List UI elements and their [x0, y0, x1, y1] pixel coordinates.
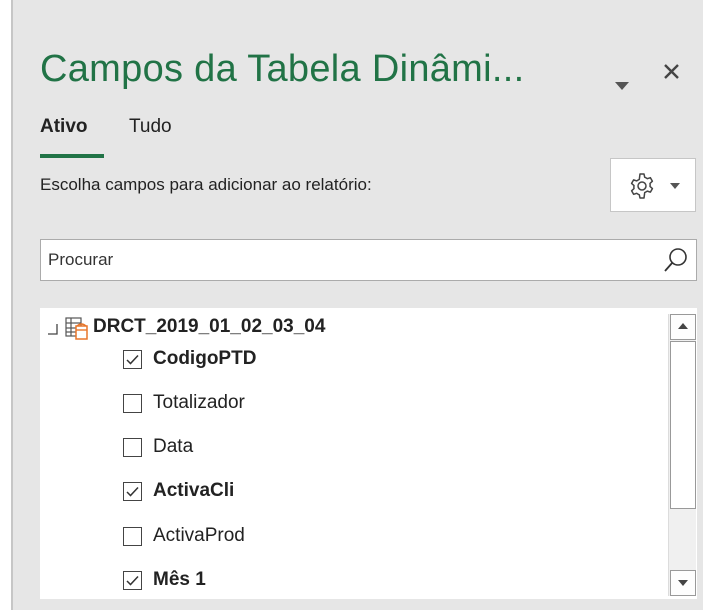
field-checkbox[interactable]	[123, 527, 142, 546]
field-list: DRCT_2019_01_02_03_04 CodigoPTD Totaliza…	[40, 308, 697, 599]
chevron-down-icon	[615, 82, 629, 90]
field-item-mes-1[interactable]: Mês 1	[110, 566, 650, 596]
table-node: DRCT_2019_01_02_03_04	[40, 314, 660, 344]
tab-ativo[interactable]: Ativo	[40, 116, 88, 138]
check-icon	[126, 575, 139, 586]
field-label: Mês 1	[153, 569, 206, 590]
active-tab-indicator	[40, 154, 104, 158]
scroll-down-button[interactable]	[670, 570, 696, 596]
gear-icon	[630, 173, 654, 199]
tab-tudo[interactable]: Tudo	[129, 116, 172, 138]
pane-title: Campos da Tabela Dinâmi...	[40, 48, 525, 90]
check-icon	[126, 486, 139, 497]
field-label: ActivaCli	[153, 480, 235, 501]
field-item-data[interactable]: Data	[110, 433, 650, 463]
pane-options-dropdown[interactable]	[605, 72, 639, 100]
instructions-text: Escolha campos para adicionar ao relatór…	[40, 175, 372, 194]
field-checkbox[interactable]	[123, 571, 142, 590]
field-item-activacli[interactable]: ActivaCli	[110, 477, 650, 507]
field-checkbox[interactable]	[123, 438, 142, 457]
arrow-up-icon	[678, 323, 688, 329]
field-item-codigoptd[interactable]: CodigoPTD	[110, 345, 650, 375]
pivot-table-fields-pane: Campos da Tabela Dinâmi... Ativo Tudo Es…	[11, 0, 703, 610]
field-label: ActivaProd	[153, 525, 245, 546]
field-checkbox[interactable]	[123, 482, 142, 501]
scroll-up-button[interactable]	[670, 314, 696, 340]
close-icon	[664, 64, 679, 79]
arrow-down-icon	[678, 580, 688, 586]
search-icon[interactable]	[662, 246, 690, 274]
table-icon	[65, 317, 88, 340]
field-item-totalizador[interactable]: Totalizador	[110, 389, 650, 419]
vertical-scrollbar[interactable]	[668, 314, 696, 596]
field-settings-button[interactable]	[610, 158, 696, 212]
search-input[interactable]	[41, 240, 641, 280]
field-checkbox[interactable]	[123, 394, 142, 413]
close-button[interactable]	[658, 58, 686, 86]
field-checkbox[interactable]	[123, 350, 142, 369]
check-icon	[126, 354, 139, 365]
search-box	[40, 239, 697, 281]
field-item-activaprod[interactable]: ActivaProd	[110, 522, 650, 552]
field-label: Totalizador	[153, 392, 245, 413]
table-name: DRCT_2019_01_02_03_04	[93, 316, 326, 337]
collapse-icon[interactable]	[48, 324, 58, 335]
caret-down-icon	[670, 183, 680, 189]
scroll-thumb[interactable]	[670, 341, 696, 509]
field-label: Data	[153, 436, 194, 457]
field-label: CodigoPTD	[153, 348, 257, 369]
